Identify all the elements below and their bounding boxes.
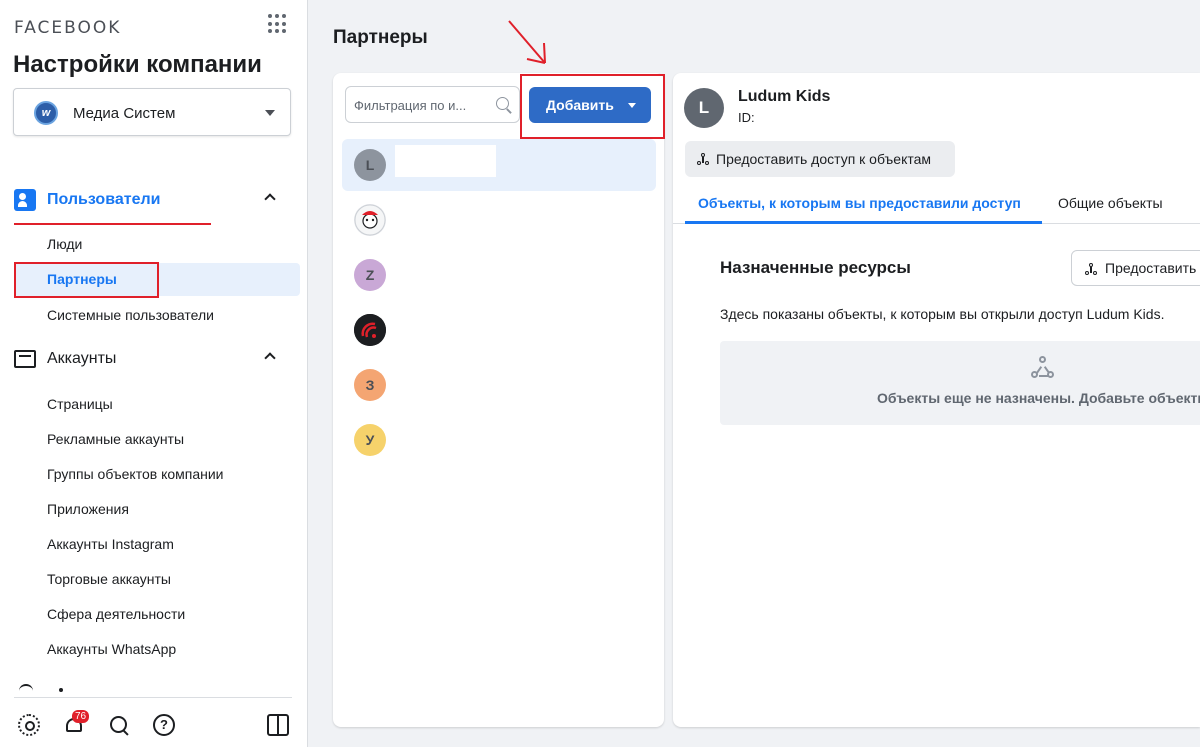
sidebar-item-pages[interactable]: Страницы — [47, 396, 113, 416]
sidebar: FACEBOOK Настройки компании w Медиа Сист… — [0, 0, 308, 747]
partner-avatar — [354, 314, 386, 346]
partner-avatar: У — [354, 424, 386, 456]
partner-row[interactable] — [342, 194, 656, 246]
partner-row-selected[interactable]: L — [342, 139, 656, 191]
share-network-icon — [1031, 356, 1055, 380]
sidebar-divider — [14, 697, 292, 698]
empty-state-text: Объекты еще не назначены. Добавьте объек… — [877, 390, 1200, 406]
share-icon — [1085, 263, 1097, 275]
chevron-up-icon — [264, 193, 276, 205]
share-assets-button[interactable]: Предоставить доступ к объектам — [685, 141, 955, 177]
sidebar-item-business-asset-groups[interactable]: Группы объектов компании — [47, 466, 224, 486]
partners-list-panel: Добавить L Z З — [333, 73, 665, 727]
sidebar-item-whatsapp-accounts[interactable]: Аккаунты WhatsApp — [47, 641, 176, 661]
users-icon — [14, 189, 36, 211]
assigned-resources-title: Назначенные ресурсы — [720, 258, 911, 277]
filter-input[interactable] — [354, 95, 489, 115]
tab-shared-by-you[interactable]: Объекты, к которым вы предоставили досту… — [698, 195, 1021, 211]
accounts-section-label: Аккаунты — [47, 350, 117, 367]
sidebar-bottom-bar: 76 ? — [0, 708, 308, 744]
partner-avatar: L — [354, 149, 386, 181]
partial-section-icon — [19, 684, 33, 698]
company-selector[interactable]: w Медиа Систем — [13, 88, 291, 136]
company-name: Медиа Систем — [73, 105, 176, 122]
accounts-icon — [14, 350, 36, 368]
filter-field[interactable] — [345, 86, 520, 123]
empty-state-box: Объекты еще не назначены. Добавьте объек… — [720, 341, 1200, 425]
sidebar-item-apps[interactable]: Приложения — [47, 501, 129, 521]
annotation-box-partners — [14, 262, 159, 298]
sidebar-item-ad-accounts[interactable]: Рекламные аккаунты — [47, 431, 184, 451]
partner-detail-panel: L Ludum Kids ID: Предоставить доступ к о… — [673, 73, 1200, 727]
partner-row[interactable] — [342, 304, 656, 356]
detail-partner-id: ID: — [738, 110, 755, 125]
tab-shared-objects[interactable]: Общие объекты — [1058, 195, 1163, 211]
users-section-header[interactable]: Пользователи — [14, 189, 284, 213]
annotation-underline — [14, 223, 211, 225]
share-icon — [697, 153, 709, 165]
help-icon[interactable]: ? — [153, 714, 175, 736]
sidebar-item-people[interactable]: Люди — [47, 236, 82, 256]
partner-name-redacted — [395, 145, 496, 177]
apps-grid-icon[interactable] — [268, 14, 288, 34]
company-logo-icon: w — [34, 101, 58, 125]
bell-icon[interactable]: 76 — [63, 710, 90, 736]
search-icon[interactable] — [108, 714, 130, 736]
gear-icon[interactable] — [18, 714, 40, 736]
partner-row[interactable]: У — [342, 414, 656, 466]
notification-badge: 76 — [72, 710, 90, 723]
panel-toggle-icon[interactable] — [267, 714, 289, 736]
annotation-box-add — [520, 74, 665, 139]
users-section-label: Пользователи — [47, 191, 161, 208]
share-assets-button-label: Предоставить доступ к объектам — [716, 151, 932, 167]
annotation-arrow-icon — [508, 20, 546, 64]
sidebar-item-instagram-accounts[interactable]: Аккаунты Instagram — [47, 536, 174, 556]
main-title: Партнеры — [333, 27, 428, 48]
share-resources-button[interactable]: Предоставить — [1071, 250, 1200, 286]
partial-section-label — [59, 688, 63, 692]
assigned-resources-description: Здесь показаны объекты, к которым вы отк… — [720, 306, 1165, 322]
facebook-brand: FACEBOOK — [14, 18, 122, 38]
partner-avatar — [354, 204, 386, 236]
partner-row[interactable]: Z — [342, 249, 656, 301]
sidebar-item-line-of-business[interactable]: Сфера деятельности — [47, 606, 185, 626]
cartoon-avatar-icon — [354, 204, 386, 236]
signal-logo-icon — [354, 314, 386, 346]
page-heading: Настройки компании — [13, 51, 262, 78]
detail-tabs: Объекты, к которым вы предоставили досту… — [673, 190, 1200, 224]
accounts-section-header[interactable]: Аккаунты — [14, 348, 284, 372]
partner-row[interactable]: З — [342, 359, 656, 411]
partner-avatar: Z — [354, 259, 386, 291]
partner-avatar: З — [354, 369, 386, 401]
detail-avatar: L — [684, 88, 724, 128]
share-resources-button-label: Предоставить — [1105, 260, 1197, 276]
detail-partner-name: Ludum Kids — [738, 88, 831, 105]
sidebar-item-system-users[interactable]: Системные пользователи — [47, 307, 214, 327]
search-icon — [496, 97, 512, 113]
chevron-up-icon — [264, 352, 276, 364]
chevron-down-icon — [265, 110, 275, 116]
active-tab-indicator — [685, 221, 1042, 224]
sidebar-item-commerce-accounts[interactable]: Торговые аккаунты — [47, 571, 171, 591]
